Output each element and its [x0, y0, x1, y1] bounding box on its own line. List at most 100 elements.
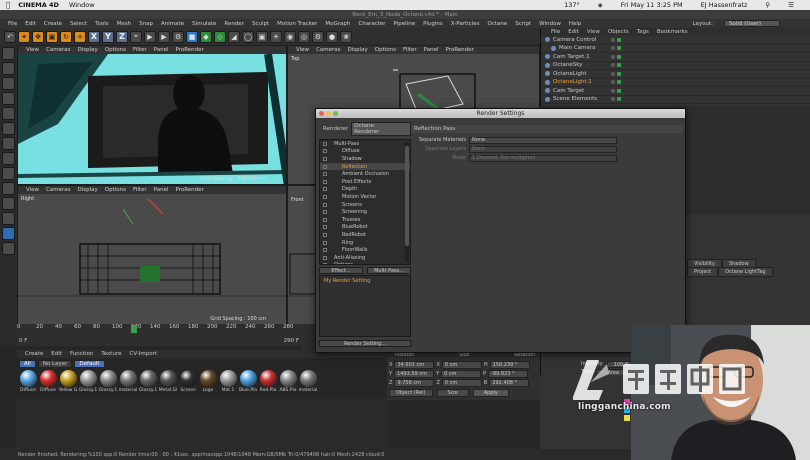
visibility-dot[interactable]	[611, 54, 615, 59]
datetime[interactable]: Fri May 11 3:25 PM	[621, 1, 683, 9]
visibility-dot[interactable]	[611, 63, 615, 68]
visibility-dot[interactable]	[611, 80, 615, 85]
menu-item-simulate[interactable]: Simulate	[192, 21, 216, 27]
coord-value-field[interactable]: 0 cm	[441, 361, 482, 369]
apple-icon[interactable]: 	[6, 1, 10, 9]
filter-no-layer[interactable]: No Layer	[37, 360, 73, 368]
model-mode-icon[interactable]	[2, 47, 15, 60]
enabled-check[interactable]	[617, 97, 621, 102]
color-swatch-yellow[interactable]	[624, 415, 630, 421]
material-preview[interactable]	[219, 370, 237, 387]
om-menu-item[interactable]: File	[551, 29, 560, 35]
tree-item[interactable]: Depth	[320, 186, 410, 194]
vp-menu-item[interactable]: Options	[105, 47, 126, 53]
material-item[interactable]: Diffuse	[39, 370, 57, 396]
menu-item-mograph[interactable]: MoGraph	[325, 21, 350, 27]
preset-item[interactable]: My Render Setting	[324, 278, 370, 284]
coord-mode-select[interactable]: Object (Rel)	[389, 389, 433, 397]
octane-icon[interactable]	[2, 227, 15, 240]
tree-checkbox[interactable]	[323, 172, 327, 177]
om-menu-item[interactable]: Tags	[637, 29, 649, 35]
camera-icon[interactable]: ▣	[256, 30, 268, 43]
menu-item-tools[interactable]: Tools	[95, 21, 109, 27]
coord-value-field[interactable]: 9.756 cm	[394, 379, 435, 387]
octane-material-icon[interactable]: ◎	[298, 30, 310, 43]
viewport-right[interactable]: View Cameras Display Options Filter Pane…	[17, 185, 287, 325]
coord-value-field[interactable]: 34.601 cm	[394, 361, 435, 369]
object-name[interactable]: OctaneLight	[553, 71, 586, 77]
render-view-icon[interactable]: ▶	[144, 30, 156, 43]
tree-checkbox[interactable]	[323, 202, 327, 207]
tree-item[interactable]: BlueRobot	[320, 224, 410, 232]
material-preview[interactable]	[279, 370, 297, 387]
tab-octane-lighttag[interactable]: Octane LightTag	[718, 267, 773, 277]
filter-default[interactable]: Default	[74, 360, 105, 368]
vp-menu-item[interactable]: Display	[78, 47, 98, 53]
tree-item[interactable]: Multi-Pass	[320, 140, 410, 148]
material-preview[interactable]	[139, 370, 157, 387]
mat-menu-item[interactable]: CV-Import	[129, 351, 157, 357]
object-flags[interactable]	[611, 71, 621, 76]
vp-menu-item[interactable]: ProRender	[446, 47, 474, 53]
material-item[interactable]: Glossy.1	[99, 370, 117, 396]
menu-item-character[interactable]: Character	[358, 21, 385, 27]
scene-icon[interactable]: ◯	[242, 30, 254, 43]
array-icon[interactable]: ◇	[214, 30, 226, 43]
material-preview[interactable]	[199, 370, 217, 387]
menu-item-file[interactable]: File	[8, 21, 17, 27]
menu-item-create[interactable]: Create	[44, 21, 62, 27]
menu-item-render[interactable]: Render	[224, 21, 244, 27]
enabled-check[interactable]	[617, 54, 621, 59]
minimize-icon[interactable]	[326, 111, 331, 116]
material-preview[interactable]	[299, 370, 317, 387]
material-item[interactable]: Screen	[179, 370, 197, 396]
close-icon[interactable]	[319, 111, 324, 116]
mat-menu-item[interactable]: Edit	[51, 351, 62, 357]
xparticles-icon[interactable]: ❀	[340, 30, 352, 43]
tree-checkbox[interactable]	[323, 210, 327, 215]
mat-menu-item[interactable]: Create	[25, 351, 43, 357]
coord-value-field[interactable]: 0 cm	[441, 379, 482, 387]
timeline[interactable]: 020406080100120140160180200220240260280 …	[17, 324, 302, 346]
material-preview[interactable]	[259, 370, 277, 387]
object-row[interactable]: OctaneSky	[541, 62, 810, 70]
object-name[interactable]: Camera Control	[553, 37, 596, 43]
xpresso-icon[interactable]	[2, 212, 15, 225]
tree-checkbox[interactable]	[323, 248, 327, 253]
material-item[interactable]: Mat.1	[219, 370, 237, 396]
menu-item-plugins[interactable]: Plugins	[423, 21, 443, 27]
snap-icon[interactable]	[2, 167, 15, 180]
timeline-ruler[interactable]: 020406080100120140160180200220240260280	[17, 324, 302, 334]
visibility-dot[interactable]	[611, 46, 615, 51]
menu-item-x-particles[interactable]: X-Particles	[451, 21, 480, 27]
tree-item[interactable]: Ambient Occlusion	[320, 170, 410, 178]
visibility-dot[interactable]	[611, 71, 615, 76]
menu-item-mesh[interactable]: Mesh	[117, 21, 131, 27]
tree-checkbox[interactable]	[323, 225, 327, 230]
object-flags[interactable]	[611, 97, 621, 102]
tree-scrollbar[interactable]	[405, 142, 409, 262]
tree-checkbox[interactable]	[323, 240, 327, 245]
move-icon[interactable]: ✥	[32, 30, 44, 43]
object-flags[interactable]	[611, 63, 621, 68]
coord-value-field[interactable]: -89.823 °	[488, 370, 529, 378]
octane-tag-icon[interactable]: ●	[326, 30, 338, 43]
menu-list-icon[interactable]: ☰	[788, 1, 794, 9]
object-row[interactable]: Main Camera	[541, 45, 810, 53]
material-preview[interactable]	[79, 370, 97, 387]
object-name[interactable]: OctaneLight.1	[553, 79, 592, 85]
object-name[interactable]: Cam Target	[553, 88, 584, 94]
om-menu-item[interactable]: Bookmarks	[657, 29, 688, 35]
tree-item[interactable]: Post Effects	[320, 178, 410, 186]
vp-menu-item[interactable]: ProRender	[176, 187, 204, 193]
octane-live-viewer-icon[interactable]: ◉	[284, 30, 296, 43]
scale-icon[interactable]: ▣	[46, 30, 58, 43]
object-flags[interactable]	[611, 80, 621, 85]
menu-item-edit[interactable]: Edit	[25, 21, 36, 27]
playhead[interactable]	[131, 325, 137, 333]
coord-value-field[interactable]: 292.408 °	[489, 379, 530, 387]
visibility-dot[interactable]	[611, 88, 615, 93]
vp-menu-item[interactable]: Filter	[403, 47, 417, 53]
vp-menu-item[interactable]: Filter	[133, 47, 147, 53]
material-item[interactable]: Diffuse	[19, 370, 37, 396]
